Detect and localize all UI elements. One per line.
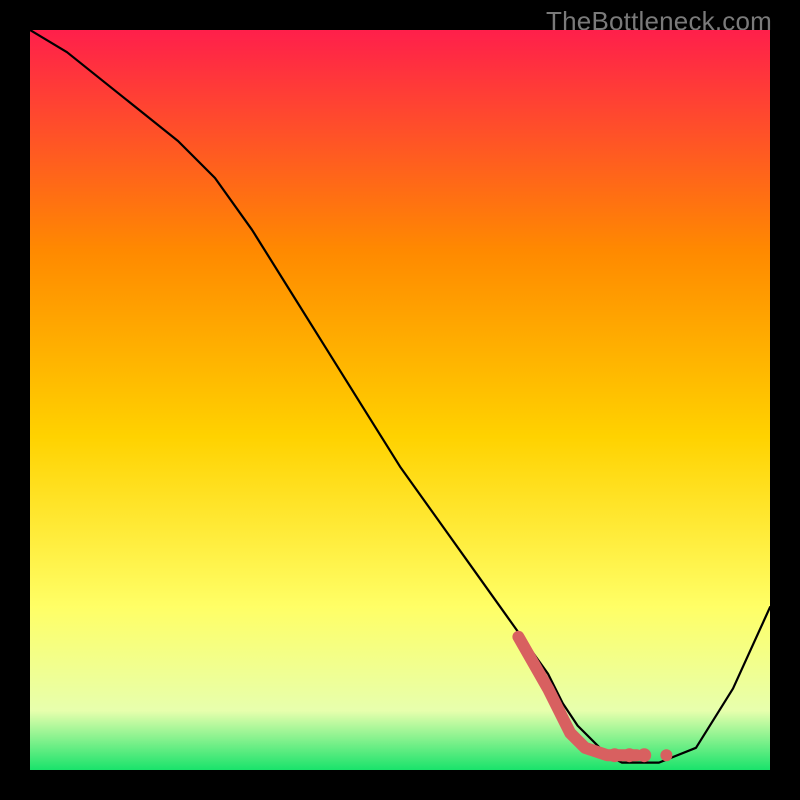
chart-frame: { "watermark": "TheBottleneck.com", "col… [0, 0, 800, 800]
chart-svg [30, 30, 770, 770]
chart-plot-area [30, 30, 770, 770]
highlight-dot [622, 748, 636, 762]
highlight-dot [608, 748, 622, 762]
chart-background-gradient [30, 30, 770, 770]
highlight-dot [637, 748, 651, 762]
highlight-dot [660, 749, 672, 761]
